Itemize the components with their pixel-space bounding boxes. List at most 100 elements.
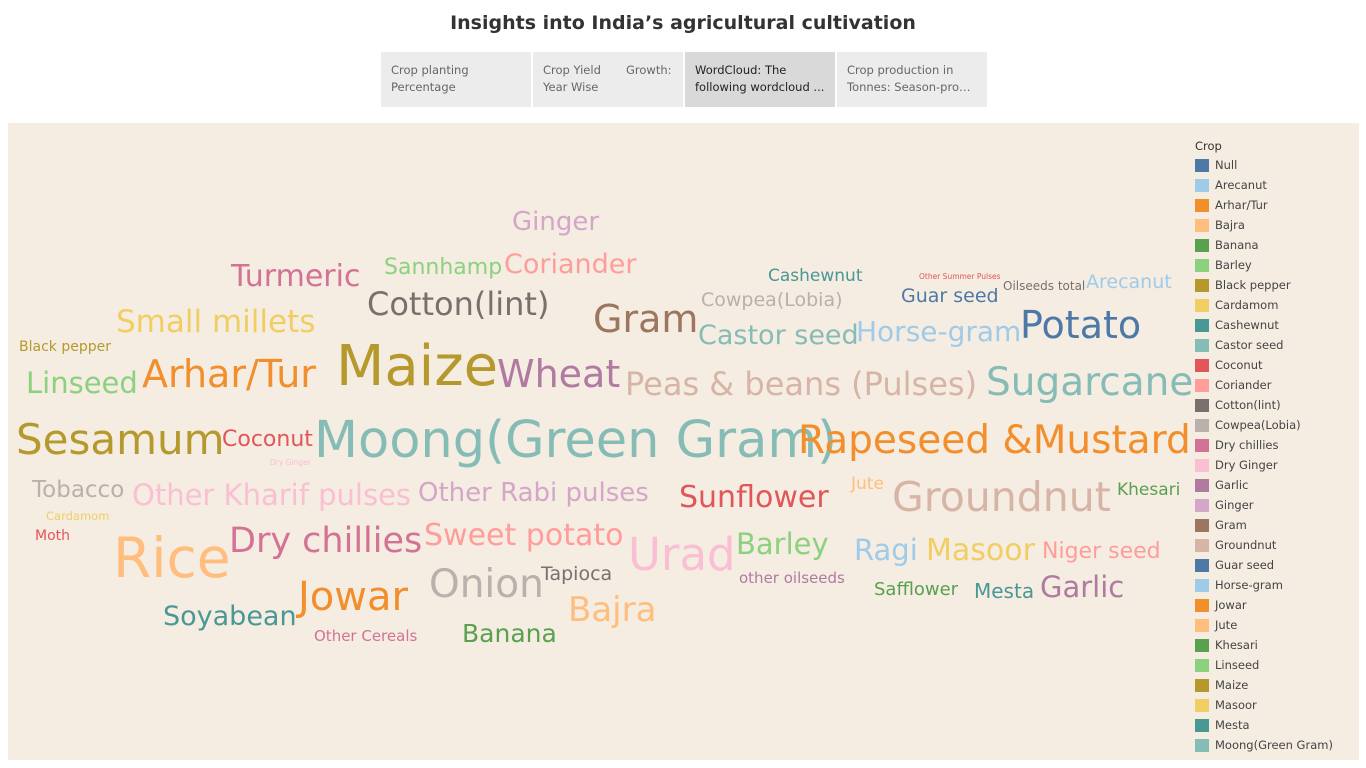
legend-item[interactable]: Cashewnut: [1195, 315, 1355, 335]
legend-swatch: [1195, 498, 1209, 512]
legend-item[interactable]: Bajra: [1195, 215, 1355, 235]
wordcloud-word[interactable]: Moth: [35, 529, 70, 543]
wordcloud-word[interactable]: Sesamum: [16, 419, 225, 461]
wordcloud-word[interactable]: Groundnut: [892, 477, 1111, 518]
wordcloud-word[interactable]: Sugarcane: [986, 363, 1193, 402]
wordcloud-word[interactable]: Guar seed: [901, 287, 999, 306]
legend-item[interactable]: Horse-gram: [1195, 575, 1355, 595]
wordcloud-word[interactable]: Potato: [1020, 306, 1141, 344]
wordcloud-word[interactable]: Sunflower: [679, 483, 829, 513]
wordcloud-word[interactable]: Ginger: [512, 209, 599, 235]
wordcloud-word[interactable]: Other Cereals: [314, 629, 417, 644]
wordcloud-word[interactable]: Sannhamp: [384, 257, 502, 279]
wordcloud-word[interactable]: Other Summer Pulses: [919, 273, 1001, 281]
wordcloud-word[interactable]: Other Rabi pulses: [418, 480, 649, 506]
wordcloud-word[interactable]: Garlic: [1040, 573, 1124, 602]
legend-label: Moong(Green Gram): [1215, 738, 1333, 752]
wordcloud-word[interactable]: Turmeric: [231, 262, 360, 292]
wordcloud-word[interactable]: Wheat: [497, 355, 620, 393]
tab-crop-planting[interactable]: Crop planting Percentage: [381, 52, 531, 107]
legend-item[interactable]: Banana: [1195, 235, 1355, 255]
wordcloud-word[interactable]: Cardamom: [46, 510, 109, 523]
wordcloud-word[interactable]: Moong(Green Gram): [314, 415, 837, 466]
wordcloud-word[interactable]: Arecanut: [1086, 273, 1172, 292]
wordcloud-word[interactable]: Dry Ginger: [270, 459, 311, 467]
wordcloud-word[interactable]: Bajra: [568, 593, 656, 627]
wordcloud-word[interactable]: Rice: [113, 531, 231, 586]
wordcloud-word[interactable]: Peas & beans (Pulses): [625, 368, 977, 400]
legend-item[interactable]: Gram: [1195, 515, 1355, 535]
wordcloud-word[interactable]: Black pepper: [19, 340, 111, 354]
tab-crop-yield[interactable]: Crop Yield Year Wise Growth:: [533, 52, 683, 107]
wordcloud-word[interactable]: Mesta: [974, 581, 1034, 601]
wordcloud-word[interactable]: Onion: [429, 565, 544, 604]
wordcloud-word[interactable]: Dry chillies: [229, 524, 422, 559]
legend-item[interactable]: Cowpea(Lobia): [1195, 415, 1355, 435]
legend-item[interactable]: Groundnut: [1195, 535, 1355, 555]
legend-item[interactable]: Cotton(lint): [1195, 395, 1355, 415]
legend-item[interactable]: Maize: [1195, 675, 1355, 695]
wordcloud-word[interactable]: Rapeseed &Mustard: [798, 421, 1191, 460]
legend-item[interactable]: Barley: [1195, 255, 1355, 275]
wordcloud-word[interactable]: Banana: [462, 621, 557, 646]
wordcloud-word[interactable]: Gram: [593, 300, 698, 338]
legend-item[interactable]: Dry Ginger: [1195, 455, 1355, 475]
wordcloud-word[interactable]: Other Kharif pulses: [132, 481, 411, 510]
legend-item[interactable]: Castor seed: [1195, 335, 1355, 355]
tab-wordcloud[interactable]: WordCloud: The following wordcloud ...: [685, 52, 835, 107]
legend-swatch: [1195, 178, 1209, 192]
wordcloud-word[interactable]: Coconut: [222, 429, 313, 451]
legend-item[interactable]: Ginger: [1195, 495, 1355, 515]
wordcloud-word[interactable]: Jute: [851, 476, 884, 493]
wordcloud-word[interactable]: Small millets: [116, 307, 315, 338]
wordcloud-word[interactable]: Arhar/Tur: [142, 355, 316, 393]
legend-label: Cotton(lint): [1215, 398, 1281, 412]
wordcloud-word[interactable]: Niger seed: [1042, 541, 1161, 563]
wordcloud-panel: Ginger Turmeric Sannhamp Coriander Cashewnut…: [8, 123, 1359, 760]
wordcloud-word[interactable]: Jowar: [298, 577, 408, 617]
tab-label-line1: Crop production in: [847, 63, 954, 77]
legend-item[interactable]: Garlic: [1195, 475, 1355, 495]
wordcloud-word[interactable]: Ragi: [854, 536, 918, 565]
legend-swatch: [1195, 478, 1209, 492]
wordcloud-word[interactable]: Maize: [336, 339, 498, 395]
wordcloud-word[interactable]: Barley: [736, 530, 829, 559]
legend-label: Coriander: [1215, 378, 1272, 392]
tab-label-line1: Crop Yield: [543, 63, 601, 77]
legend-item[interactable]: Mesta: [1195, 715, 1355, 735]
legend-swatch: [1195, 458, 1209, 472]
wordcloud-word[interactable]: Cowpea(Lobia): [701, 291, 843, 310]
legend-item[interactable]: Jowar: [1195, 595, 1355, 615]
wordcloud-word[interactable]: Safflower: [874, 581, 958, 599]
legend-item[interactable]: Guar seed: [1195, 555, 1355, 575]
legend-item[interactable]: Null: [1195, 155, 1355, 175]
wordcloud-word[interactable]: Sweet potato: [424, 521, 623, 551]
legend-item[interactable]: Cardamom: [1195, 295, 1355, 315]
wordcloud-word[interactable]: Khesari: [1117, 482, 1180, 499]
wordcloud-word[interactable]: Urad: [628, 532, 736, 577]
wordcloud-word[interactable]: Cotton(lint): [367, 288, 549, 320]
wordcloud-word[interactable]: Tobacco: [32, 479, 124, 502]
legend-item[interactable]: Khesari: [1195, 635, 1355, 655]
wordcloud-word[interactable]: Soyabean: [163, 603, 297, 630]
wordcloud-word[interactable]: Castor seed: [698, 322, 859, 349]
wordcloud-word[interactable]: Cashewnut: [768, 268, 863, 285]
legend-item[interactable]: Dry chillies: [1195, 435, 1355, 455]
legend-item[interactable]: Linseed: [1195, 655, 1355, 675]
wordcloud-word[interactable]: Oilseeds total: [1003, 280, 1085, 292]
wordcloud-word[interactable]: other oilseeds: [739, 571, 845, 586]
legend-item[interactable]: Jute: [1195, 615, 1355, 635]
tab-crop-production[interactable]: Crop production in Tonnes: Season-prod..…: [837, 52, 987, 107]
wordcloud-word[interactable]: Horse-gram: [856, 318, 1021, 346]
legend-item[interactable]: Arecanut: [1195, 175, 1355, 195]
legend-item[interactable]: Masoor: [1195, 695, 1355, 715]
wordcloud-word[interactable]: Coriander: [504, 251, 636, 278]
wordcloud-word[interactable]: Masoor: [926, 536, 1035, 566]
legend-item[interactable]: Arhar/Tur: [1195, 195, 1355, 215]
legend-item[interactable]: Coconut: [1195, 355, 1355, 375]
wordcloud-word[interactable]: Linseed: [26, 369, 138, 398]
legend-item[interactable]: Black pepper: [1195, 275, 1355, 295]
legend-item[interactable]: Moong(Green Gram): [1195, 735, 1355, 755]
legend-item[interactable]: Coriander: [1195, 375, 1355, 395]
wordcloud-word[interactable]: Tapioca: [541, 565, 612, 584]
